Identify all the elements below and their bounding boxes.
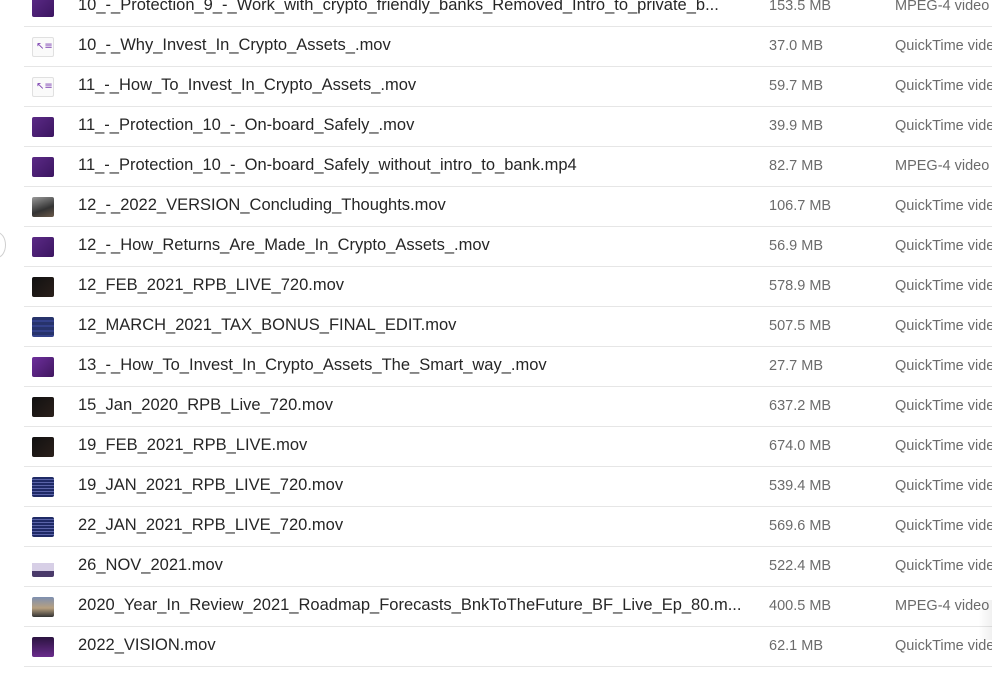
file-row[interactable]: 10_-_Protection_9_-_Work_with_crypto_fri… — [24, 0, 992, 27]
video-thumbnail-icon — [32, 397, 54, 417]
file-list: 10_-_Protection_9_-_Work_with_crypto_fri… — [24, 0, 992, 667]
file-kind: MPEG-4 video — [895, 0, 990, 14]
file-size: 569.6 MB — [769, 518, 832, 534]
video-thumbnail-icon — [32, 157, 54, 177]
panel-edge-shadow — [978, 600, 992, 640]
file-kind: MPEG-4 video — [895, 158, 990, 174]
file-kind: QuickTime video — [895, 38, 992, 54]
scroll-handle[interactable] — [0, 232, 6, 258]
file-name: 12_-_2022_VERSION_Concluding_Thoughts.mo… — [78, 196, 446, 214]
file-kind: QuickTime video — [895, 478, 992, 494]
file-name: 12_FEB_2021_RPB_LIVE_720.mov — [78, 276, 345, 294]
video-thumbnail-icon — [32, 597, 54, 617]
file-row[interactable]: 12_FEB_2021_RPB_LIVE_720.mov 578.9 MB Quic… — [24, 267, 992, 307]
video-thumbnail-icon — [32, 317, 54, 337]
file-name: 10_-_Why_Invest_In_Crypto_Assets_.mov — [78, 36, 391, 54]
file-size: 56.9 MB — [769, 238, 823, 254]
file-kind: QuickTime video — [895, 118, 992, 134]
file-name: 19_JAN_2021_RPB_LIVE_720.mov — [78, 476, 344, 494]
video-thumbnail-icon: ↖≡ — [32, 77, 54, 97]
file-name: 19_FEB_2021_RPB_LIVE.mov — [78, 436, 308, 454]
logo-glyph-icon: ↖≡ — [36, 81, 53, 92]
file-kind: QuickTime video — [895, 198, 992, 214]
file-row[interactable]: 2020_Year_In_Review_2021_Roadmap_Forecas… — [24, 587, 992, 627]
video-thumbnail-icon — [32, 237, 54, 257]
file-row[interactable]: 12_-_How_Returns_Are_Made_In_Crypto_Asse… — [24, 227, 992, 267]
file-size: 82.7 MB — [769, 158, 823, 174]
file-kind: QuickTime video — [895, 78, 992, 94]
file-name: 11_-_Protection_10_-_On-board_Safely_wit… — [78, 156, 577, 174]
video-thumbnail-icon — [32, 117, 54, 137]
video-thumbnail-icon: ↖≡ — [32, 37, 54, 57]
file-size: 62.1 MB — [769, 638, 823, 654]
file-row[interactable]: ↖≡ 10_-_Why_Invest_In_Crypto_Assets_.mov 3… — [24, 27, 992, 67]
file-row[interactable]: 2022_VISION.mov 62.1 MB QuickTime video — [24, 627, 992, 667]
file-name: 12_MARCH_2021_TAX_BONUS_FINAL_EDIT.mov — [78, 316, 457, 334]
file-size: 637.2 MB — [769, 398, 832, 414]
file-kind: QuickTime video — [895, 398, 992, 414]
file-size: 153.5 MB — [769, 0, 832, 14]
file-row[interactable]: 13_-_How_To_Invest_In_Crypto_Assets_The_… — [24, 347, 992, 387]
video-thumbnail-icon — [32, 437, 54, 457]
file-size: 400.5 MB — [769, 598, 832, 614]
file-size: 106.7 MB — [769, 198, 832, 214]
file-size: 27.7 MB — [769, 358, 823, 374]
file-row[interactable]: 15_Jan_2020_RPB_Live_720.mov 637.2 MB Quic… — [24, 387, 992, 427]
file-row[interactable]: 22_JAN_2021_RPB_LIVE_720.mov 569.6 MB Quic… — [24, 507, 992, 547]
file-size: 674.0 MB — [769, 438, 832, 454]
file-size: 539.4 MB — [769, 478, 832, 494]
file-size: 37.0 MB — [769, 38, 823, 54]
file-row[interactable]: 12_-_2022_VERSION_Concluding_Thoughts.mo… — [24, 187, 992, 227]
file-name: 11_-_How_To_Invest_In_Crypto_Assets_.mov — [78, 76, 417, 94]
file-name: 11_-_Protection_10_-_On-board_Safely_.mo… — [78, 116, 415, 134]
file-row[interactable]: 11_-_Protection_10_-_On-board_Safely_.mo… — [24, 107, 992, 147]
file-row[interactable]: 19_JAN_2021_RPB_LIVE_720.mov 539.4 MB Quic… — [24, 467, 992, 507]
video-thumbnail-icon — [32, 197, 54, 217]
file-row[interactable]: 11_-_Protection_10_-_On-board_Safely_wit… — [24, 147, 992, 187]
file-name: 2022_VISION.mov — [78, 636, 216, 654]
file-size: 578.9 MB — [769, 278, 832, 294]
video-thumbnail-icon — [32, 517, 54, 537]
video-thumbnail-icon — [32, 277, 54, 297]
file-kind: QuickTime video — [895, 518, 992, 534]
file-name: 12_-_How_Returns_Are_Made_In_Crypto_Asse… — [78, 236, 490, 254]
file-size: 522.4 MB — [769, 558, 832, 574]
video-thumbnail-icon — [32, 637, 54, 657]
file-row[interactable]: 12_MARCH_2021_TAX_BONUS_FINAL_EDIT.mov 50… — [24, 307, 992, 347]
file-name: 15_Jan_2020_RPB_Live_720.mov — [78, 396, 334, 414]
video-thumbnail-icon — [32, 557, 54, 577]
file-kind: QuickTime video — [895, 438, 992, 454]
file-name: 22_JAN_2021_RPB_LIVE_720.mov — [78, 516, 344, 534]
file-name: 13_-_How_To_Invest_In_Crypto_Assets_The_… — [78, 356, 547, 374]
file-kind: QuickTime video — [895, 318, 992, 334]
file-name: 10_-_Protection_9_-_Work_with_crypto_fri… — [78, 0, 719, 14]
file-kind: QuickTime video — [895, 558, 992, 574]
file-name: 26_NOV_2021.mov — [78, 556, 223, 574]
file-row[interactable]: 19_FEB_2021_RPB_LIVE.mov 674.0 MB QuickTim… — [24, 427, 992, 467]
file-size: 507.5 MB — [769, 318, 832, 334]
file-kind: QuickTime video — [895, 238, 992, 254]
video-thumbnail-icon — [32, 477, 54, 497]
logo-glyph-icon: ↖≡ — [36, 41, 53, 52]
file-kind: MPEG-4 video — [895, 598, 990, 614]
file-size: 59.7 MB — [769, 78, 823, 94]
video-thumbnail-icon — [32, 0, 54, 17]
file-row[interactable]: 26_NOV_2021.mov 522.4 MB QuickTime video — [24, 547, 992, 587]
video-thumbnail-icon — [32, 357, 54, 377]
file-kind: QuickTime video — [895, 278, 992, 294]
file-row[interactable]: ↖≡ 11_-_How_To_Invest_In_Crypto_Assets_.m… — [24, 67, 992, 107]
file-size: 39.9 MB — [769, 118, 823, 134]
file-kind: QuickTime video — [895, 358, 992, 374]
file-kind: QuickTime video — [895, 638, 992, 654]
file-name: 2020_Year_In_Review_2021_Roadmap_Forecas… — [78, 596, 742, 614]
